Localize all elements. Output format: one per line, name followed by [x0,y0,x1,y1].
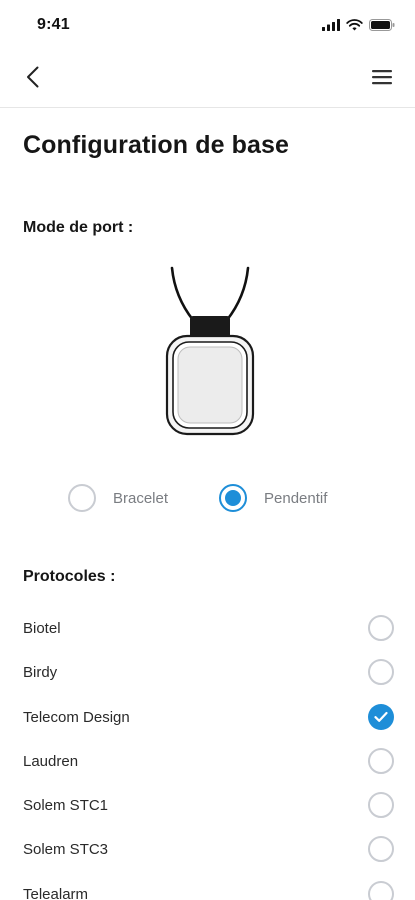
protocol-name: Biotel [23,620,61,637]
status-bar: 9:41 [0,0,415,50]
wear-mode-option-label: Bracelet [113,489,169,507]
protocol-name: Telecom Design [23,708,130,726]
wear-mode-options: Bracelet Pendentif [0,480,415,516]
protocol-row-laudren[interactable]: Laudren [0,739,415,783]
protocol-checkbox[interactable] [368,615,394,641]
wear-mode-option-bracelet[interactable]: Bracelet [68,480,168,516]
protocol-name: Solem STC1 [23,797,109,815]
menu-button[interactable] [369,67,395,91]
protocol-name: Telealarm [23,885,89,900]
status-icons [322,18,395,36]
protocol-name: Birdy [23,664,58,682]
protocol-name: Solem STC3 [23,841,109,859]
radio-button-selected[interactable] [219,484,247,512]
protocol-checkbox[interactable] [368,747,394,774]
back-button[interactable] [20,66,46,92]
chevron-left-icon [26,66,40,93]
page-title: Configuration de base [23,131,290,159]
protocol-checkbox[interactable] [368,659,394,686]
navigation-bar [0,50,415,108]
protocol-checkbox[interactable] [368,792,394,819]
wear-mode-option-pendentif[interactable]: Pendentif [219,480,327,516]
battery-icon [369,18,395,36]
checkmark-icon [374,711,388,722]
protocol-checkbox-checked[interactable] [368,703,394,730]
status-time: 9:41 [37,16,70,33]
protocol-row-birdy[interactable]: Birdy [0,650,415,694]
protocol-row-telealarm[interactable]: Telealarm [0,872,415,900]
protocol-row-telecom-design[interactable]: Telecom Design [0,695,415,739]
protocol-row-solem-stc3[interactable]: Solem STC3 [0,827,415,871]
radio-button[interactable] [68,484,96,512]
protocol-checkbox[interactable] [368,880,394,900]
wear-mode-option-label: Pendentif [264,489,328,507]
protocol-list: Biotel Birdy Telecom Design Laudren Sole… [0,606,415,900]
hamburger-menu-icon [372,69,392,90]
wear-mode-label: Mode de port : [23,219,134,236]
protocol-name: Laudren [23,752,79,770]
protocol-row-solem-stc1[interactable]: Solem STC1 [0,783,415,827]
protocols-label: Protocoles : [23,568,116,585]
pendant-device-icon [160,266,260,438]
protocol-row-biotel[interactable]: Biotel [0,606,415,650]
protocol-checkbox[interactable] [368,836,394,863]
wifi-icon [346,18,363,36]
signal-icon [322,18,340,36]
